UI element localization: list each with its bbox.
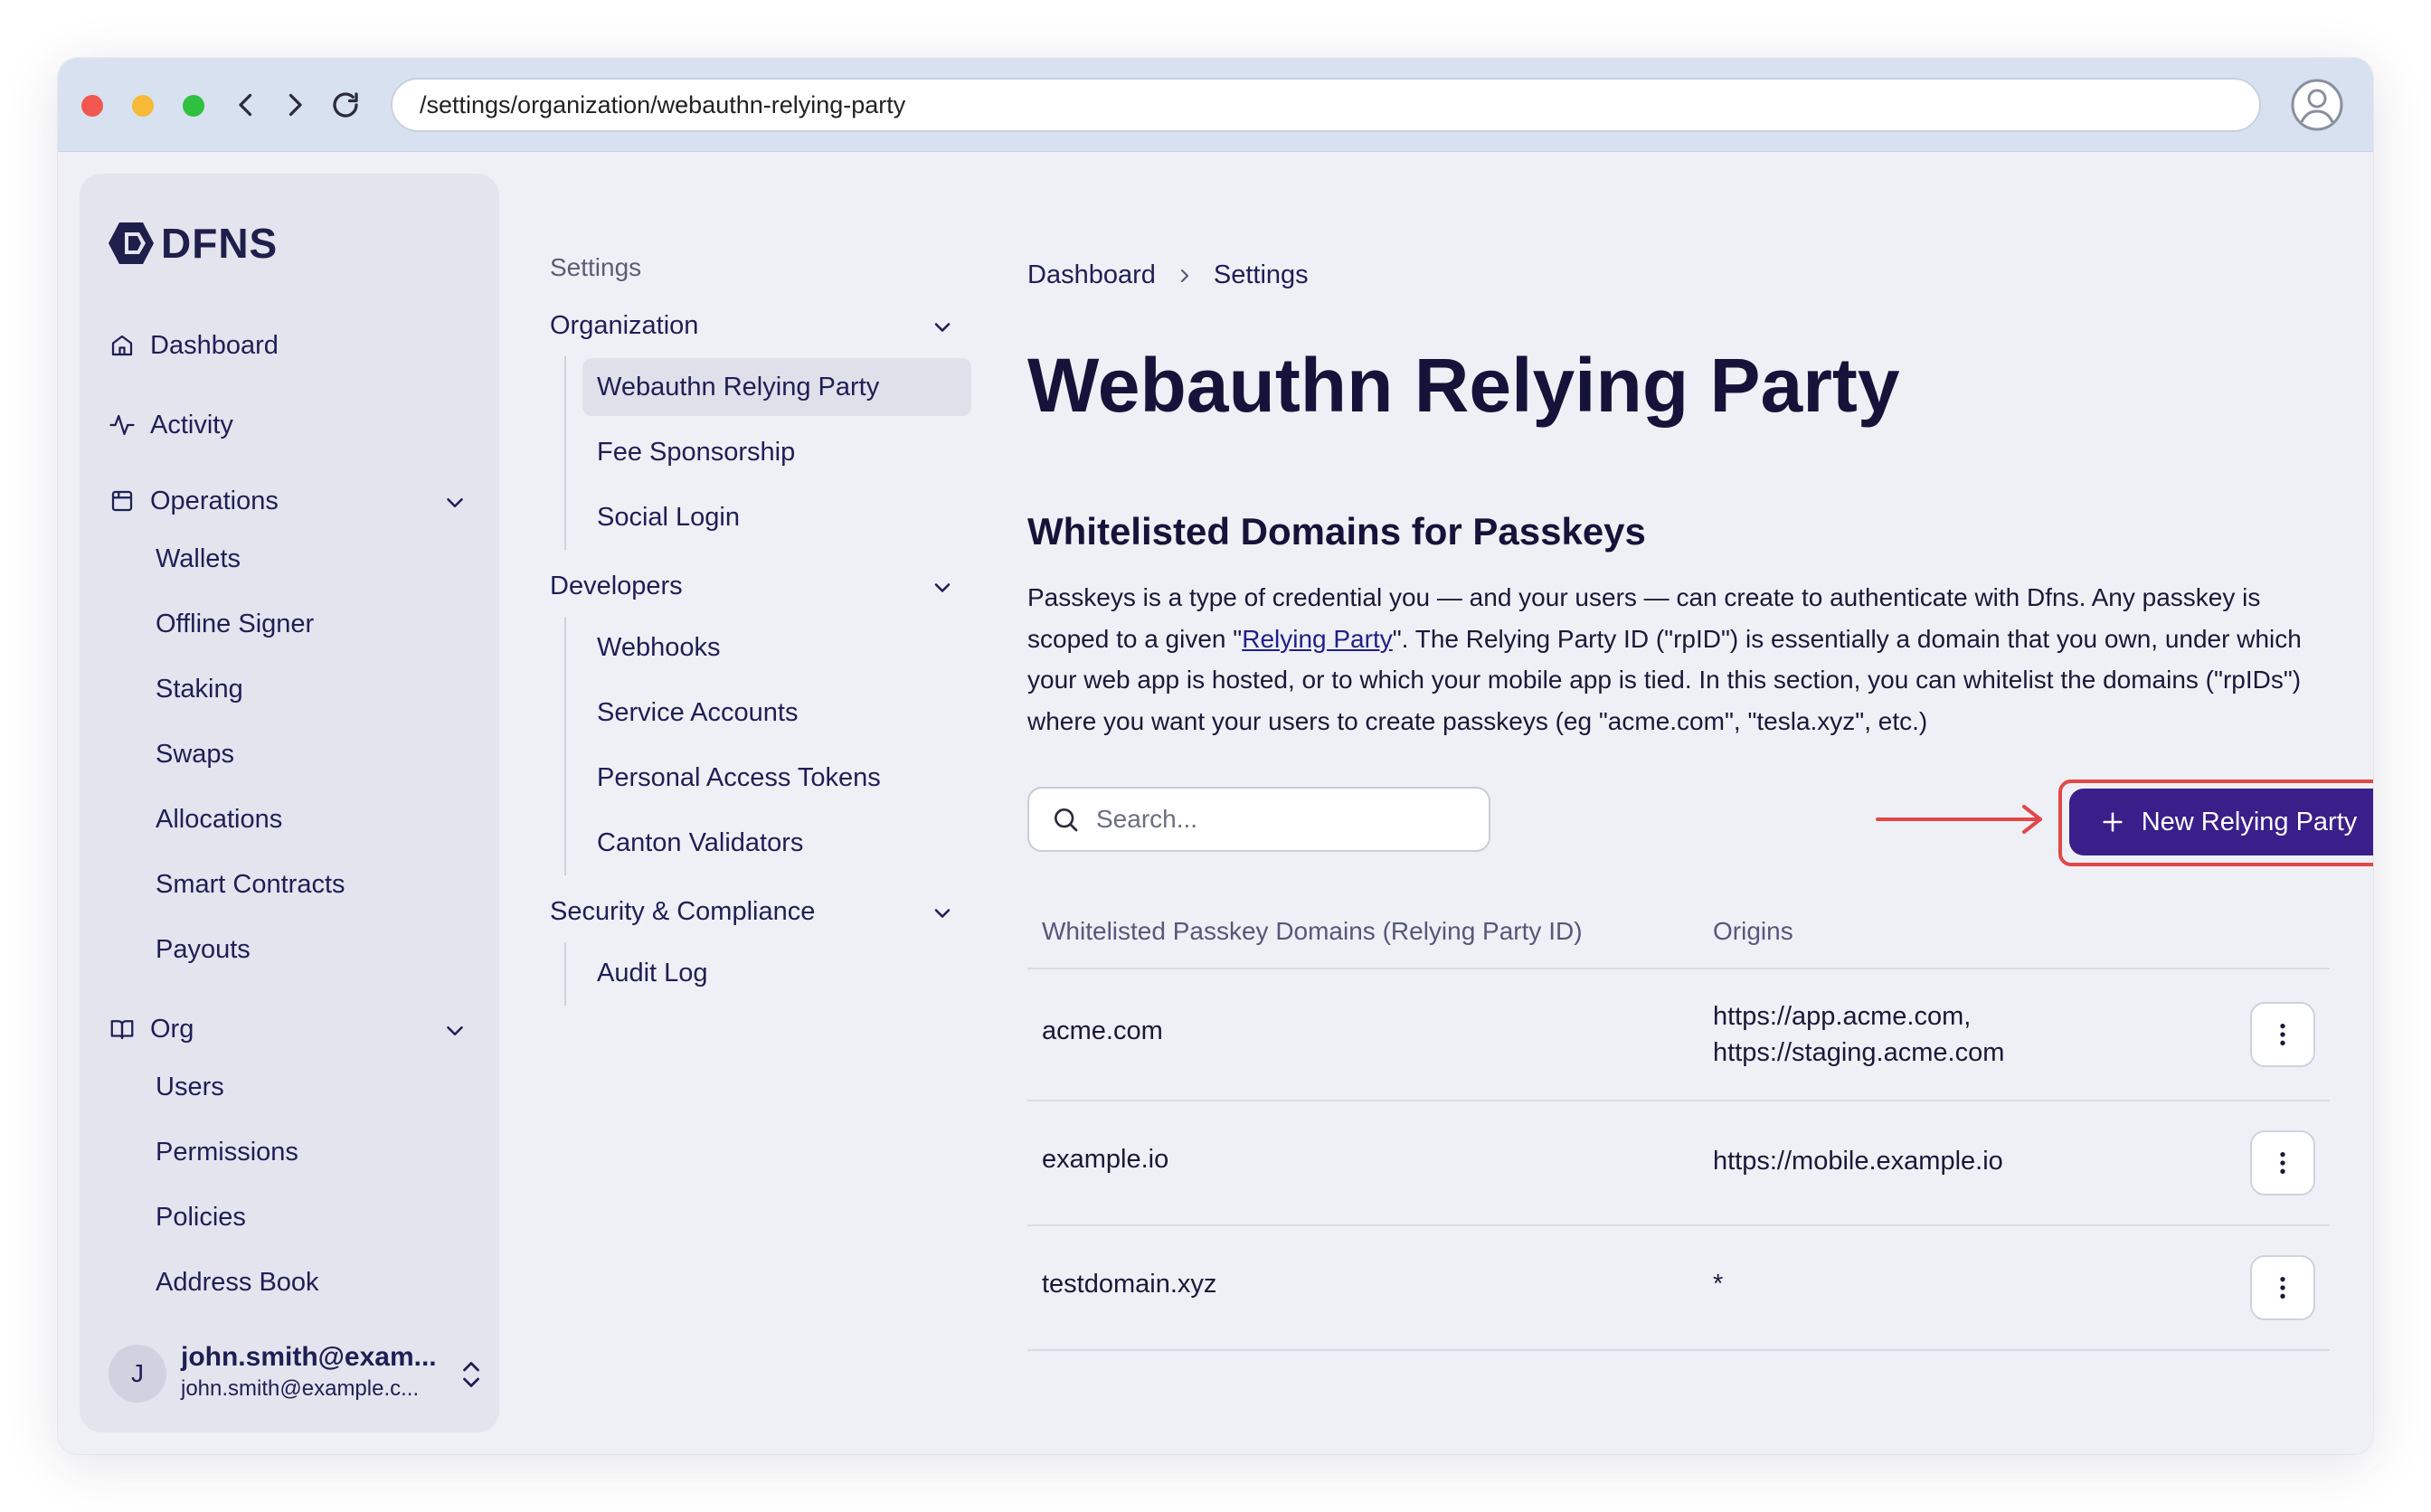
sidebar-item-allocations[interactable]: Allocations — [156, 798, 282, 841]
forward-icon[interactable] — [277, 87, 313, 123]
sidebar-item-payouts[interactable]: Payouts — [156, 928, 251, 971]
sidebar-item-smart-contracts[interactable]: Smart Contracts — [156, 863, 345, 906]
profile-icon[interactable] — [2290, 78, 2344, 132]
settings-item-service-accounts[interactable]: Service Accounts — [597, 684, 798, 742]
origin-value: https://staging.acme.com — [1713, 1038, 2005, 1067]
chevron-down-icon[interactable] — [930, 901, 955, 926]
column-header-origins: Origins — [1713, 917, 1793, 945]
settings-item-social-login[interactable]: Social Login — [597, 488, 740, 546]
group-divider — [564, 617, 566, 875]
more-vertical-icon — [2280, 1152, 2285, 1174]
sidebar: DFNS Dashboard Activity Operations Walle… — [80, 174, 499, 1432]
chevron-down-icon[interactable] — [441, 489, 468, 516]
minimize-window-button[interactable] — [132, 95, 154, 117]
logo-text: DFNS — [161, 220, 279, 267]
origin-value: https://app.acme.com, — [1713, 1002, 1972, 1031]
row-actions-button[interactable] — [2250, 1255, 2315, 1320]
close-window-button[interactable] — [81, 95, 103, 117]
new-relying-party-button[interactable]: New Relying Party — [2069, 789, 2373, 855]
section-title: Whitelisted Domains for Passkeys — [1027, 510, 1646, 553]
settings-item-canton-validators[interactable]: Canton Validators — [597, 814, 803, 872]
chevron-down-icon[interactable] — [930, 315, 955, 340]
group-divider — [564, 356, 566, 550]
sidebar-item-users[interactable]: Users — [156, 1065, 224, 1109]
sidebar-item-wallets[interactable]: Wallets — [156, 537, 241, 581]
more-vertical-icon — [2280, 1277, 2285, 1299]
dfns-logo[interactable]: DFNS — [107, 219, 278, 268]
activity-icon — [109, 414, 135, 436]
relying-party-link[interactable]: Relying Party — [1242, 625, 1393, 653]
sidebar-item-policies[interactable]: Policies — [156, 1195, 246, 1239]
origins-cell: https://app.acme.com, https://staging.ac… — [1713, 998, 2004, 1071]
address-bar[interactable]: /settings/organization/webauthn-relying-… — [391, 78, 2261, 132]
page-title: Webauthn Relying Party — [1027, 343, 1900, 428]
settings-nav-heading: Settings — [550, 253, 642, 281]
settings-item-personal-access-tokens[interactable]: Personal Access Tokens — [597, 749, 881, 807]
sidebar-item-staking[interactable]: Staking — [156, 667, 243, 711]
table-row: testdomain.xyz * — [1027, 1226, 2330, 1351]
sidebar-item-org[interactable]: Org — [109, 1007, 194, 1051]
breadcrumb-dashboard[interactable]: Dashboard — [1027, 260, 1156, 290]
domain-cell: testdomain.xyz — [1042, 1270, 1217, 1299]
new-relying-party-label: New Relying Party — [2141, 807, 2358, 836]
chevron-down-icon[interactable] — [441, 1017, 468, 1044]
plus-icon — [2103, 812, 2123, 832]
dfns-logo-icon — [109, 222, 154, 264]
sidebar-item-label: Org — [150, 1014, 194, 1044]
origins-cell: https://mobile.example.io — [1713, 1143, 2003, 1179]
settings-group-security-compliance[interactable]: Security & Compliance — [550, 897, 815, 927]
origins-cell: * — [1713, 1266, 1723, 1302]
sidebar-item-label: Dashboard — [150, 330, 279, 360]
browser-window: /settings/organization/webauthn-relying-… — [58, 58, 2373, 1454]
settings-item-webauthn-relying-party[interactable]: Webauthn Relying Party — [582, 358, 971, 416]
sidebar-item-activity[interactable]: Activity — [109, 403, 233, 447]
user-email: john.smith@example.c... — [181, 1376, 420, 1401]
user-name: john.smith@exam... — [181, 1342, 437, 1372]
table-header: Whitelisted Passkey Domains (Relying Par… — [1027, 897, 2330, 969]
column-header-domains: Whitelisted Passkey Domains (Relying Par… — [1042, 917, 1583, 945]
sidebar-item-label: Operations — [150, 486, 279, 515]
domain-cell: example.io — [1042, 1145, 1169, 1174]
search-input[interactable] — [1096, 805, 1476, 834]
search-icon — [1055, 808, 1078, 832]
settings-item-audit-log[interactable]: Audit Log — [597, 944, 708, 1002]
sidebar-item-offline-signer[interactable]: Offline Signer — [156, 602, 314, 646]
maximize-window-button[interactable] — [183, 95, 204, 117]
sidebar-item-label: Activity — [150, 410, 233, 439]
sidebar-item-permissions[interactable]: Permissions — [156, 1130, 298, 1174]
settings-item-fee-sponsorship[interactable]: Fee Sponsorship — [597, 423, 795, 481]
chevron-up-down-icon[interactable] — [458, 1358, 485, 1391]
domain-cell: acme.com — [1042, 1016, 1163, 1045]
settings-group-developers[interactable]: Developers — [550, 572, 683, 601]
calendar-icon — [111, 490, 133, 512]
more-vertical-icon — [2280, 1024, 2285, 1045]
breadcrumb: Dashboard Settings — [1027, 260, 1309, 290]
sidebar-item-dashboard[interactable]: Dashboard — [109, 324, 279, 367]
origin-value: * — [1713, 1270, 1724, 1299]
breadcrumb-settings[interactable]: Settings — [1214, 260, 1309, 290]
reload-icon[interactable] — [327, 87, 364, 123]
row-actions-button[interactable] — [2250, 1002, 2315, 1067]
search-box[interactable] — [1027, 787, 1490, 852]
table-row: acme.com https://app.acme.com, https://s… — [1027, 969, 2330, 1101]
table-row: example.io https://mobile.example.io — [1027, 1101, 2330, 1226]
avatar: J — [109, 1345, 166, 1403]
chevron-right-icon — [1180, 269, 1188, 282]
settings-item-webhooks[interactable]: Webhooks — [597, 619, 721, 676]
book-icon — [110, 1020, 134, 1040]
user-menu[interactable]: J john.smith@exam... john.smith@example.… — [109, 1342, 479, 1405]
group-divider — [564, 942, 566, 1006]
origin-value: https://mobile.example.io — [1713, 1147, 2003, 1176]
row-actions-button[interactable] — [2250, 1130, 2315, 1195]
browser-toolbar: /settings/organization/webauthn-relying-… — [58, 58, 2373, 152]
sidebar-item-operations[interactable]: Operations — [109, 479, 279, 523]
sidebar-item-address-book[interactable]: Address Book — [156, 1261, 319, 1304]
back-icon[interactable] — [228, 87, 264, 123]
home-icon — [111, 335, 133, 356]
annotation-arrow — [1876, 805, 2042, 834]
chevron-down-icon[interactable] — [930, 575, 955, 600]
sidebar-item-swaps[interactable]: Swaps — [156, 732, 234, 776]
section-description: Passkeys is a type of credential you — a… — [1027, 577, 2330, 742]
settings-group-organization[interactable]: Organization — [550, 311, 698, 341]
